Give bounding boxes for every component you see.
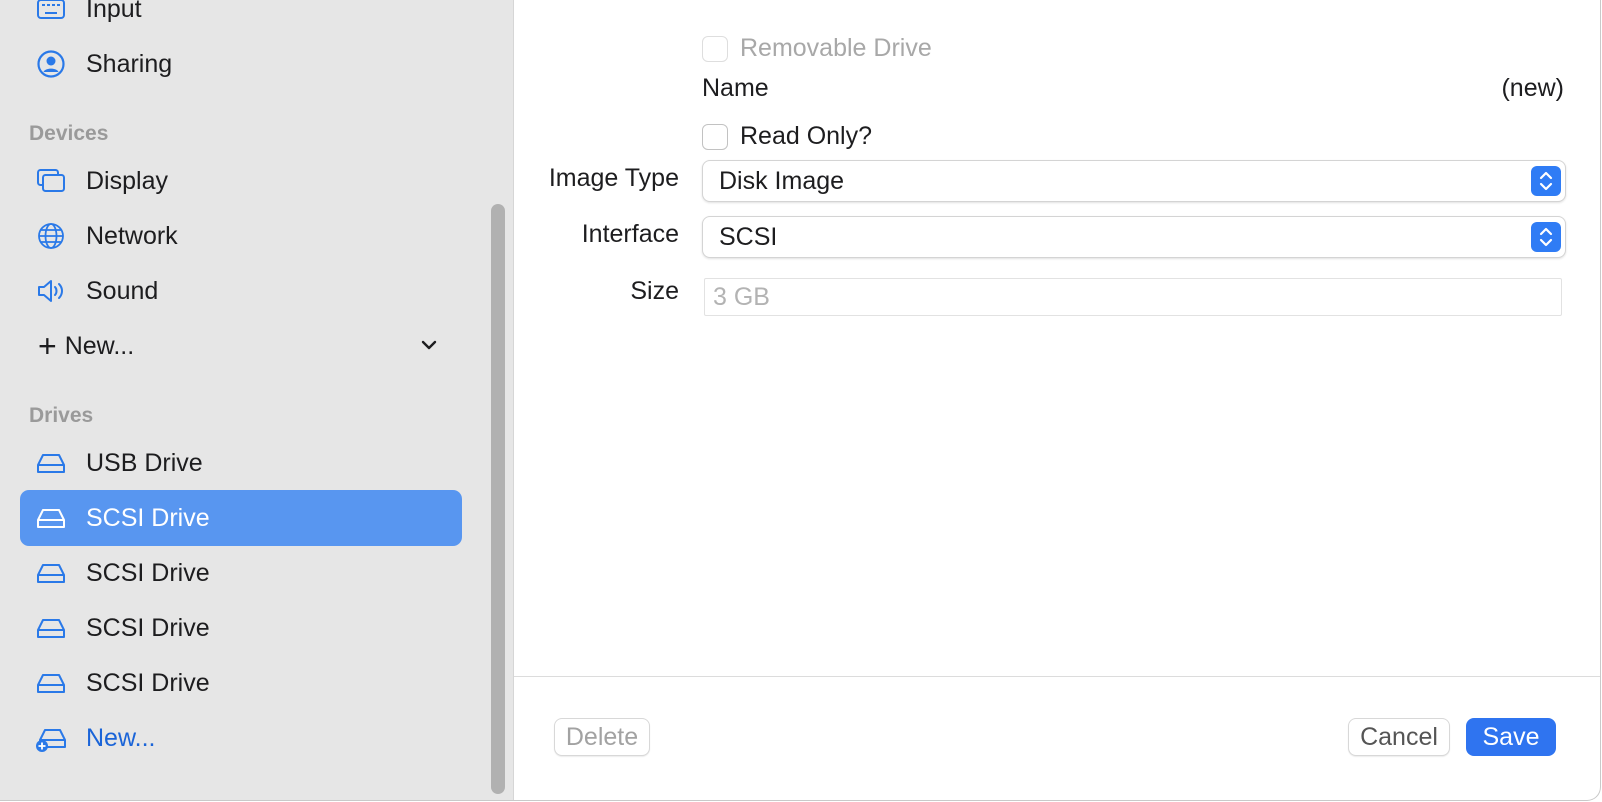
sidebar-item-scsi-drive[interactable]: SCSI Drive xyxy=(20,545,462,601)
image-type-popup[interactable]: Disk Image xyxy=(702,160,1566,202)
drive-icon xyxy=(34,501,68,535)
globe-icon xyxy=(34,219,68,253)
removable-drive-row: Removable Drive xyxy=(702,34,932,63)
name-label: Name xyxy=(702,74,769,102)
image-type-value: Disk Image xyxy=(719,166,845,195)
person-circle-icon xyxy=(34,47,68,81)
sidebar-item-display[interactable]: Display xyxy=(20,153,462,209)
sidebar-item-label: Network xyxy=(86,221,178,250)
save-button[interactable]: Save xyxy=(1466,718,1556,756)
size-label: Size xyxy=(630,277,679,305)
sidebar-item-label: SCSI Drive xyxy=(86,503,210,532)
settings-window: Input Sharing Devices Display Network So… xyxy=(0,0,1601,801)
drive-icon xyxy=(34,556,68,590)
interface-label: Interface xyxy=(581,220,679,248)
sidebar-item-usb-drive[interactable]: USB Drive xyxy=(20,435,462,491)
sidebar-item-sharing[interactable]: Sharing xyxy=(20,36,462,92)
drive-icon xyxy=(34,446,68,480)
removable-drive-checkbox[interactable] xyxy=(702,35,728,62)
sidebar-item-scsi-drive[interactable]: SCSI Drive xyxy=(20,655,462,711)
add-drive-icon xyxy=(34,721,68,755)
sidebar-item-label: Sharing xyxy=(86,49,173,78)
size-field[interactable]: 3 GB xyxy=(704,278,1562,316)
drives-section-header: Drives xyxy=(29,404,94,427)
name-value: (new) xyxy=(1501,74,1564,102)
read-only-label: Read Only? xyxy=(740,122,873,150)
sidebar-item-scsi-drive[interactable]: SCSI Drive xyxy=(20,600,462,656)
sidebar-item-label: USB Drive xyxy=(86,448,203,477)
sidebar: Input Sharing Devices Display Network So… xyxy=(0,0,514,800)
new-drive-label: New... xyxy=(86,723,156,752)
popup-chevrons-icon xyxy=(1531,166,1561,196)
new-device-label: New... xyxy=(64,331,135,360)
sidebar-item-label: SCSI Drive xyxy=(86,558,210,587)
delete-button[interactable]: Delete xyxy=(554,718,650,756)
keyboard-icon xyxy=(34,0,68,26)
sidebar-item-scsi-drive-selected[interactable]: SCSI Drive xyxy=(20,490,462,546)
sidebar-item-input[interactable]: Input xyxy=(20,0,462,37)
interface-popup[interactable]: SCSI xyxy=(702,216,1566,258)
cancel-button[interactable]: Cancel xyxy=(1348,718,1450,756)
footer-divider xyxy=(514,676,1600,677)
speaker-icon xyxy=(34,274,68,308)
display-icon xyxy=(34,164,68,198)
sidebar-scrollbar[interactable] xyxy=(491,204,505,794)
sidebar-item-label: Input xyxy=(86,0,142,23)
plus-icon: + xyxy=(38,328,57,364)
new-drive-button[interactable]: New... xyxy=(20,710,462,766)
chevron-down-icon xyxy=(421,340,437,350)
sidebar-item-network[interactable]: Network xyxy=(20,208,462,264)
sidebar-item-label: Sound xyxy=(86,276,159,305)
interface-value: SCSI xyxy=(719,222,778,251)
sidebar-item-sound[interactable]: Sound xyxy=(20,263,462,319)
removable-drive-label: Removable Drive xyxy=(740,34,932,62)
new-device-dropdown[interactable]: + New... xyxy=(20,318,462,374)
drive-settings-panel: Removable Drive Name (new) Read Only? Im… xyxy=(514,0,1600,800)
devices-section-header: Devices xyxy=(29,122,109,145)
popup-chevrons-icon xyxy=(1531,222,1561,252)
read-only-row: Read Only? xyxy=(702,122,872,151)
image-type-label: Image Type xyxy=(548,164,679,192)
sidebar-item-label: SCSI Drive xyxy=(86,613,210,642)
drive-icon xyxy=(34,666,68,700)
read-only-checkbox[interactable] xyxy=(702,123,728,150)
sidebar-item-label: Display xyxy=(86,166,168,195)
drive-icon xyxy=(34,611,68,645)
sidebar-item-label: SCSI Drive xyxy=(86,668,210,697)
